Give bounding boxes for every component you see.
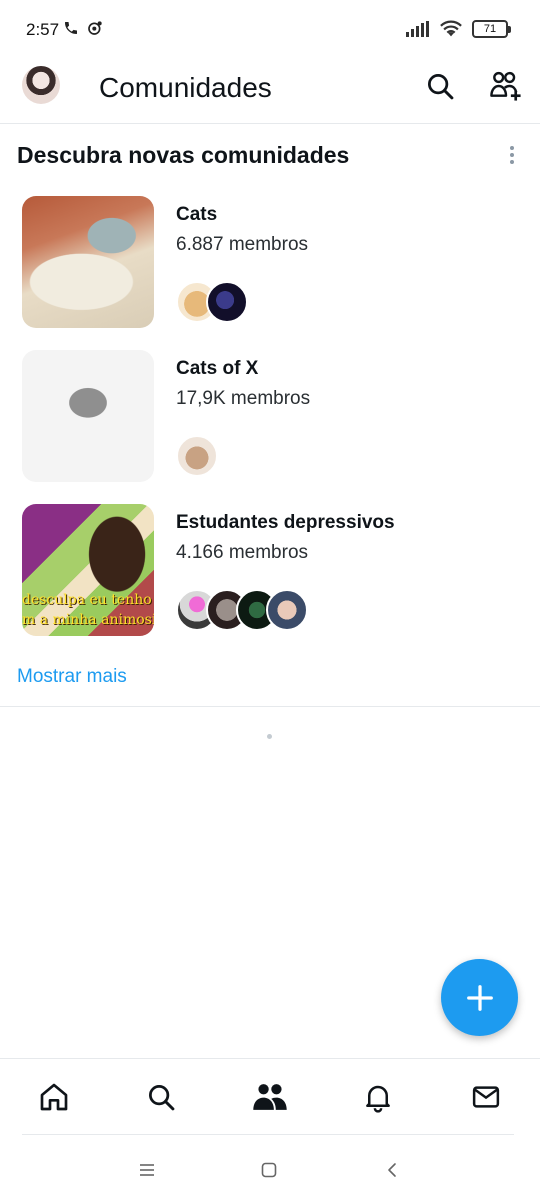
add-community-button[interactable] <box>486 66 526 106</box>
system-nav-bar <box>0 1140 540 1200</box>
more-options-icon[interactable] <box>500 143 524 167</box>
battery-icon: 71 <box>472 20 511 38</box>
phone-icon <box>65 22 77 34</box>
community-members: 6.887 membros <box>176 234 309 255</box>
community-item[interactable]: Cats 6.887 membros <box>0 196 540 336</box>
bottom-nav <box>0 1058 540 1136</box>
add-community-icon <box>490 71 521 101</box>
community-members: 17,9K membros <box>176 388 311 409</box>
thumbnail-caption-line: desculpa eu tenho p <box>22 592 154 608</box>
show-more-link[interactable]: Mostrar mais <box>17 666 127 688</box>
member-avatar <box>266 589 308 631</box>
nav-search[interactable] <box>141 1077 181 1117</box>
status-time: 2:57 <box>26 20 60 39</box>
assistant-icon <box>88 21 102 35</box>
community-name: Cats <box>176 204 218 225</box>
wifi-icon <box>440 20 462 37</box>
community-name: Estudantes depressivos <box>176 512 395 533</box>
loading-indicator <box>267 734 272 739</box>
nav-messages[interactable] <box>466 1077 506 1117</box>
divider <box>0 706 540 707</box>
messages-icon <box>472 1086 500 1108</box>
member-avatars <box>176 281 248 325</box>
nav-communities[interactable] <box>250 1077 290 1117</box>
communities-screen: 2:57 71 Comunidades Descubra novas comun… <box>0 0 540 1200</box>
profile-avatar[interactable] <box>22 66 60 104</box>
community-thumbnail <box>22 196 154 328</box>
status-right-icons: 71 <box>406 20 511 38</box>
system-divider <box>22 1134 514 1135</box>
home-system-button[interactable] <box>255 1156 283 1184</box>
home-icon <box>40 1083 68 1111</box>
plus-icon <box>466 984 493 1011</box>
back-icon <box>388 1163 396 1177</box>
search-button[interactable] <box>420 66 460 106</box>
app-header: Comunidades <box>0 60 540 124</box>
nav-home[interactable] <box>34 1077 74 1117</box>
community-name: Cats of X <box>176 358 259 379</box>
signal-icon <box>406 21 429 37</box>
back-button[interactable] <box>378 1156 406 1184</box>
recents-button[interactable] <box>133 1156 161 1184</box>
community-thumbnail <box>22 350 154 482</box>
community-members: 4.166 membros <box>176 542 309 563</box>
member-avatars <box>176 589 308 633</box>
section-title: Descubra novas comunidades <box>17 142 350 168</box>
status-bar: 2:57 71 <box>0 0 540 60</box>
community-item[interactable]: desculpa eu tenho p m a minha animosid E… <box>0 504 540 644</box>
member-avatar <box>206 281 248 323</box>
search-icon <box>149 1085 175 1111</box>
community-thumbnail: desculpa eu tenho p m a minha animosid <box>22 504 154 636</box>
page-title: Comunidades <box>99 72 272 103</box>
search-icon <box>428 74 454 100</box>
thumbnail-caption-line: m a minha animosid <box>22 612 154 628</box>
battery-level: 71 <box>483 23 497 35</box>
status-left-icons <box>63 20 103 36</box>
member-avatars <box>176 435 218 479</box>
nav-notifications[interactable] <box>358 1077 398 1117</box>
member-avatar <box>176 435 218 477</box>
create-community-button[interactable] <box>441 959 518 1036</box>
notifications-icon <box>366 1085 390 1113</box>
home-square-icon <box>261 1162 277 1178</box>
community-item[interactable]: Cats of X 17,9K membros <box>0 350 540 490</box>
communities-icon <box>253 1084 287 1110</box>
thumbnail-caption: desculpa eu tenho p m a minha animosid <box>22 590 154 630</box>
recents-icon <box>140 1164 154 1176</box>
